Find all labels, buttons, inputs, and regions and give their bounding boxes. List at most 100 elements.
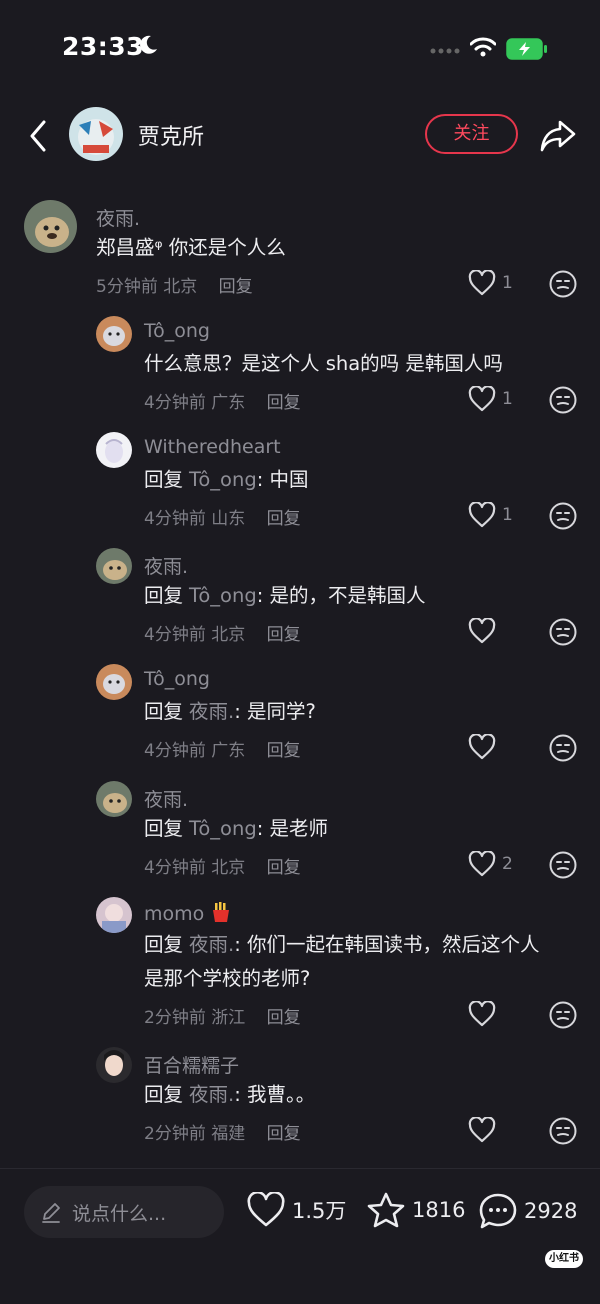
comment-username[interactable]: 夜雨. — [144, 785, 188, 812]
emoji-icon[interactable] — [548, 1000, 578, 1030]
comment-meta: 2分钟前 福建 回复 — [144, 1119, 301, 1144]
comment-location: 北京 — [211, 625, 246, 645]
reply-to-user[interactable]: 夜雨. — [189, 1083, 234, 1106]
like-count: 1 — [502, 273, 513, 293]
comment-avatar[interactable] — [96, 1047, 132, 1083]
comment-text: 回复 夜雨.: 是同学? — [144, 700, 316, 723]
reply-button[interactable]: 回复 — [267, 625, 301, 645]
comment-username[interactable]: 百合糯糯子 — [144, 1051, 239, 1078]
reply-button[interactable]: 回复 — [267, 1008, 301, 1028]
like-post-button[interactable]: 1.5万 — [246, 1192, 346, 1228]
reply-button[interactable]: 回复 — [267, 509, 301, 529]
reply-to-user[interactable]: Tô_ong — [189, 817, 257, 840]
bottom-divider — [0, 1168, 600, 1169]
comment-avatar[interactable] — [96, 548, 132, 584]
comment-meta: 2分钟前 浙江 回复 — [144, 1003, 301, 1028]
comment-text-line2: 是那个学校的老师? — [144, 967, 311, 990]
comment-avatar[interactable] — [24, 200, 77, 253]
emoji-icon[interactable] — [548, 385, 578, 415]
heart-icon — [468, 1117, 496, 1143]
comment-location: 山东 — [211, 509, 246, 529]
like-button[interactable]: 1 — [468, 270, 513, 296]
emoji-icon[interactable] — [548, 850, 578, 880]
comment-text: 回复 Tô_ong: 是老师 — [144, 817, 329, 840]
reply-to-user[interactable]: 夜雨. — [189, 700, 234, 723]
heart-icon — [468, 386, 496, 412]
comment-location: 浙江 — [211, 1008, 246, 1028]
back-icon[interactable] — [24, 116, 54, 156]
author-avatar[interactable] — [69, 107, 123, 161]
author-name[interactable]: 贾克所 — [138, 119, 204, 151]
comment-time: 2分钟前 — [144, 1008, 206, 1028]
comment-time: 5分钟前 — [96, 277, 158, 297]
comment-text: 郑昌盛ᵠ 你还是个人么 — [96, 236, 286, 259]
comment-meta: 5分钟前 北京 回复 — [96, 272, 253, 297]
follow-button[interactable]: 关注 — [425, 114, 518, 154]
signal-icon — [430, 48, 460, 54]
comment-username[interactable]: 夜雨. — [144, 552, 188, 579]
comment-username[interactable]: Witheredheart — [144, 436, 281, 458]
like-button[interactable] — [468, 734, 502, 760]
comment-meta: 4分钟前 广东 回复 — [144, 736, 301, 761]
reply-button[interactable]: 回复 — [267, 741, 301, 761]
emoji-icon[interactable] — [548, 269, 578, 299]
reply-button[interactable]: 回复 — [219, 277, 253, 297]
heart-icon — [468, 1001, 496, 1027]
comment-location: 广东 — [211, 741, 246, 761]
comment-time: 4分钟前 — [144, 625, 206, 645]
like-count: 1 — [502, 505, 513, 525]
post-comment-count: 2928 — [524, 1199, 578, 1223]
emoji-icon[interactable] — [548, 617, 578, 647]
comment-username[interactable]: Tô_ong — [144, 320, 210, 342]
like-button[interactable]: 1 — [468, 502, 513, 528]
like-button[interactable]: 2 — [468, 851, 513, 877]
like-button[interactable] — [468, 618, 502, 644]
like-button[interactable]: 1 — [468, 386, 513, 412]
heart-icon — [468, 270, 496, 296]
comment-time: 4分钟前 — [144, 741, 206, 761]
app-watermark: 小红书 — [545, 1250, 583, 1268]
reply-button[interactable]: 回复 — [267, 393, 301, 413]
reply-button[interactable]: 回复 — [267, 858, 301, 878]
comment-meta: 4分钟前 北京 回复 — [144, 620, 301, 645]
comment-meta: 4分钟前 北京 回复 — [144, 853, 301, 878]
like-button[interactable] — [468, 1117, 502, 1143]
comment-avatar[interactable] — [96, 432, 132, 468]
star-icon — [367, 1192, 405, 1228]
share-icon[interactable] — [538, 116, 578, 156]
comment-username[interactable]: 夜雨. — [96, 204, 140, 231]
comment-avatar[interactable] — [96, 664, 132, 700]
comment-input[interactable]: 说点什么... — [24, 1186, 224, 1238]
reply-to-user[interactable]: Tô_ong — [189, 468, 257, 491]
comment-meta: 4分钟前 山东 回复 — [144, 504, 301, 529]
comment-avatar[interactable] — [96, 316, 132, 352]
comment-username[interactable]: Tô_ong — [144, 668, 210, 690]
wifi-icon — [470, 37, 496, 57]
post-star-count: 1816 — [412, 1198, 466, 1222]
heart-icon — [468, 734, 496, 760]
like-count: 1 — [502, 389, 513, 409]
heart-icon — [468, 851, 496, 877]
heart-icon — [468, 502, 496, 528]
emoji-icon[interactable] — [548, 733, 578, 763]
comment-text: 回复 夜雨.: 我曹。。 — [144, 1083, 316, 1106]
comment-username[interactable]: momo — [144, 901, 232, 925]
like-count: 2 — [502, 854, 513, 874]
reply-to-user[interactable]: Tô_ong — [189, 584, 257, 607]
like-button[interactable] — [468, 1001, 502, 1027]
comment-text: 回复 夜雨.: 你们一起在韩国读书，然后这个人 — [144, 933, 540, 956]
moon-icon — [140, 35, 157, 54]
reply-button[interactable]: 回复 — [267, 1124, 301, 1144]
emoji-icon[interactable] — [548, 1116, 578, 1146]
reply-to-user[interactable]: 夜雨. — [189, 933, 234, 956]
status-time: 23:33 — [62, 32, 145, 61]
comment-time: 2分钟前 — [144, 1124, 206, 1144]
comment-count-button[interactable]: 2928 — [478, 1192, 577, 1230]
fries-emoji-icon — [213, 902, 230, 922]
comment-avatar[interactable] — [96, 897, 132, 933]
heart-icon — [468, 618, 496, 644]
battery-icon — [506, 38, 547, 60]
emoji-icon[interactable] — [548, 501, 578, 531]
comment-avatar[interactable] — [96, 781, 132, 817]
collect-button[interactable]: 1816 — [366, 1191, 465, 1229]
